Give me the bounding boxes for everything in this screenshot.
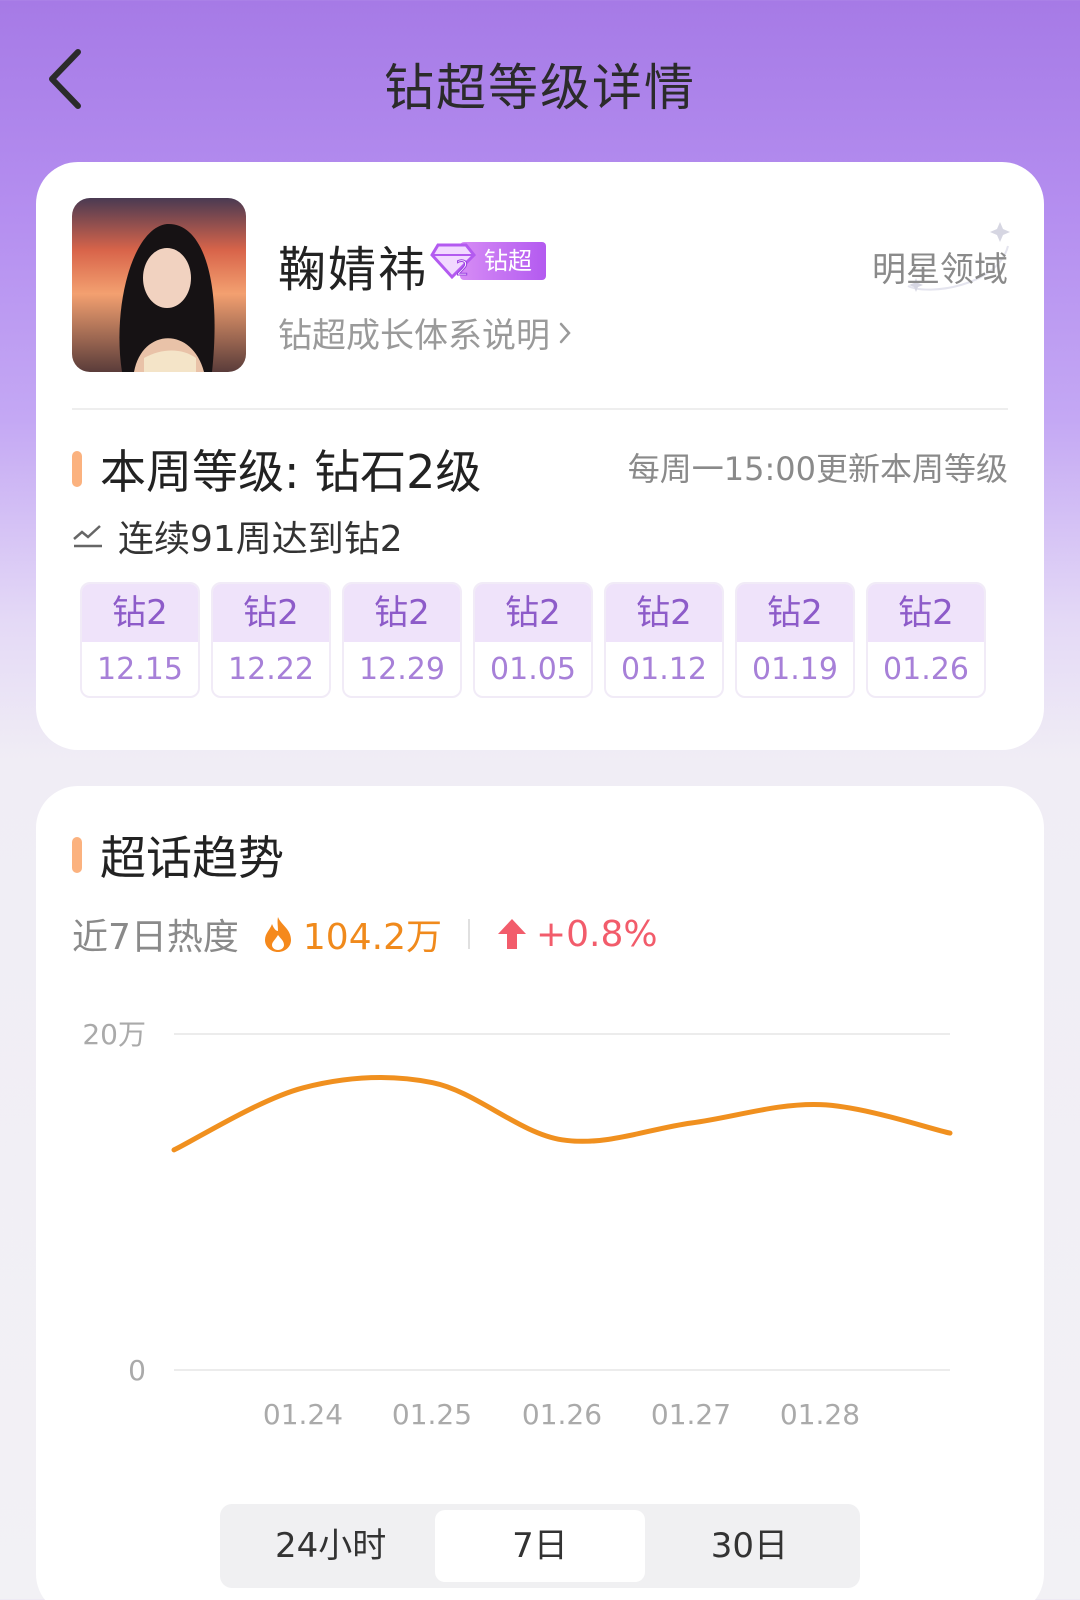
week-cell[interactable]: 钻2 12.29	[342, 582, 462, 698]
week-date: 12.15	[97, 652, 183, 687]
trend-up-icon	[73, 525, 102, 548]
flame-icon	[264, 917, 291, 952]
week-level: 钻2	[737, 584, 853, 642]
growth-link-label: 钻超成长体系说明	[278, 316, 550, 356]
week-cell[interactable]: 钻2 01.26	[866, 582, 986, 698]
x-tick-label: 01.27	[651, 1398, 731, 1426]
trend-card: 超话趋势 近7日热度 104.2万 +0.8% 20万 0 01.24 01.2…	[36, 786, 1044, 1600]
page-title: 钻超等级详情	[384, 59, 696, 117]
update-note: 每周一15:00更新本周等级	[627, 450, 1008, 488]
x-tick-label: 01.28	[780, 1398, 860, 1426]
section-accent-bar	[72, 837, 82, 873]
weekly-level-history: 钻2 12.15 钻2 12.22 钻2 12.29 钻2 01.05 钻2 0…	[80, 582, 986, 698]
section-accent-bar	[72, 451, 82, 487]
growth-system-link[interactable]: 钻超成长体系说明	[278, 308, 572, 357]
week-date: 01.05	[490, 652, 576, 687]
week-level: 钻2	[82, 584, 198, 642]
x-tick-label: 01.26	[522, 1398, 602, 1426]
week-cell[interactable]: 钻2 12.22	[211, 582, 331, 698]
streak-info: 连续91周达到钻2	[72, 510, 403, 562]
time-range-toggle: 24小时 7日 30日	[220, 1504, 860, 1588]
x-tick-label: 01.24	[263, 1398, 343, 1426]
streak-text: 连续91周达到钻2	[118, 519, 403, 560]
week-cell[interactable]: 钻2 01.05	[473, 582, 593, 698]
trend-line-chart: 20万 0 01.24 01.25 01.26 01.27 01.28	[82, 1018, 953, 1426]
week-level: 钻2	[475, 584, 591, 642]
week-level: 钻2	[868, 584, 984, 642]
level-card: 鞠婧祎 2 钻超 钻超成长体系说明 明星领域 本周等级: 钻石2级 每周一15:…	[36, 162, 1044, 750]
heat-value: 104.2万	[302, 917, 442, 958]
star-name: 鞠婧祎	[278, 242, 429, 298]
range-24h-button[interactable]: 24小时	[226, 1510, 435, 1582]
avatar-image	[72, 198, 246, 372]
trend-title: 超话趋势	[100, 831, 284, 885]
week-date: 12.29	[359, 652, 445, 687]
range-7d-button[interactable]: 7日	[435, 1510, 645, 1582]
heat-summary: 近7日热度 104.2万 +0.8%	[72, 908, 658, 960]
chevron-right-icon	[559, 322, 571, 343]
diamond-icon: 2	[430, 243, 477, 281]
week-level: 钻2	[606, 584, 722, 642]
weekly-level-title: 本周等级: 钻石2级	[100, 445, 482, 499]
week-cell[interactable]: 钻2 12.15	[80, 582, 200, 698]
y-tick-label: 20万	[82, 1018, 146, 1051]
week-date: 01.26	[883, 652, 969, 687]
arrow-up-icon	[497, 919, 526, 949]
range-30d-button[interactable]: 30日	[645, 1510, 854, 1582]
week-date: 01.19	[752, 652, 838, 687]
heat-change: +0.8%	[535, 913, 658, 955]
weekly-level-heading: 本周等级: 钻石2级	[72, 436, 481, 502]
week-cell[interactable]: 钻2 01.19	[735, 582, 855, 698]
x-tick-label: 01.25	[392, 1398, 472, 1426]
divider	[467, 919, 470, 949]
avatar[interactable]	[72, 198, 246, 372]
week-level: 钻2	[213, 584, 329, 642]
heat-label: 近7日热度	[72, 917, 239, 958]
series-line	[171, 1075, 953, 1153]
badge-level-number: 2	[456, 256, 469, 280]
trend-heading: 超话趋势	[72, 822, 284, 888]
domain-tag[interactable]: 明星领域	[872, 222, 1010, 292]
week-date: 01.12	[621, 652, 707, 687]
top-bar: 钻超等级详情	[0, 0, 1080, 160]
week-date: 12.22	[228, 652, 314, 687]
y-tick-label: 0	[128, 1354, 146, 1387]
divider	[72, 408, 1008, 410]
week-cell[interactable]: 钻2 01.12	[604, 582, 724, 698]
diamond-super-badge: 2 钻超	[430, 242, 546, 281]
week-level: 钻2	[344, 584, 460, 642]
domain-tag-label: 明星领域	[872, 250, 1008, 290]
